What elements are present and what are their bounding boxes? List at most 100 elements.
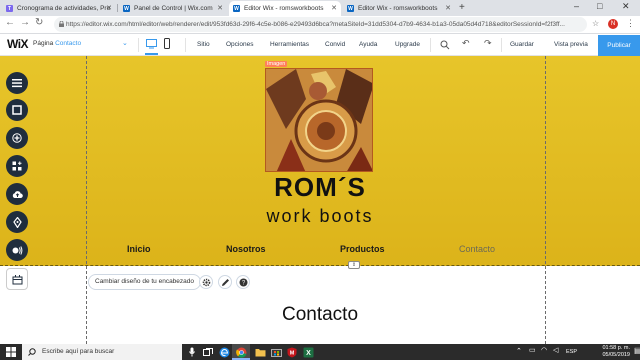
- volume-icon[interactable]: ◁: [553, 346, 558, 354]
- menu-icon: [12, 79, 22, 88]
- site-nav-inicio[interactable]: Inicio: [127, 244, 151, 254]
- shield-glyph: M: [287, 347, 297, 357]
- site-nav-contacto[interactable]: Contacto: [459, 244, 495, 254]
- preview-button[interactable]: Vista previa: [554, 41, 588, 48]
- windows-start-icon[interactable]: [6, 347, 16, 357]
- apps-icon: [12, 161, 22, 171]
- brand-name[interactable]: ROM´S: [270, 172, 370, 203]
- star-icon[interactable]: ☆: [592, 19, 599, 28]
- add-tool[interactable]: [6, 127, 28, 149]
- svg-text:X: X: [306, 350, 311, 357]
- clock-date: 05/05/2019: [602, 352, 630, 358]
- page-heading[interactable]: Contacto: [250, 304, 390, 326]
- left-gridline: [86, 56, 87, 344]
- taskbar-clock[interactable]: 01:58 p. m. 05/05/2019: [580, 345, 630, 359]
- desktop-active-indicator: [145, 53, 158, 55]
- layers-icon: [12, 274, 22, 284]
- task-view-icon[interactable]: [202, 346, 214, 358]
- close-icon[interactable]: ✕: [331, 4, 337, 12]
- forward-icon[interactable]: →: [20, 17, 30, 28]
- new-tab-button[interactable]: +: [459, 2, 465, 13]
- tab-title: Editor Wix - romsworkboots: [244, 5, 324, 12]
- store-icon[interactable]: [270, 346, 282, 358]
- file-explorer-icon[interactable]: [254, 346, 266, 358]
- close-icon[interactable]: ✕: [217, 4, 223, 12]
- menu-convid[interactable]: Convid: [325, 41, 345, 48]
- zoom-icon[interactable]: [440, 40, 450, 50]
- redo-icon[interactable]: ↷: [484, 38, 492, 49]
- gear-icon: [202, 278, 210, 286]
- clock-time: 01:58 p. m.: [602, 345, 630, 351]
- search-icon: [28, 348, 36, 356]
- app-market-tool[interactable]: [6, 155, 28, 177]
- mobile-view-icon[interactable]: [164, 38, 170, 49]
- chrome-icon: [235, 346, 247, 358]
- maximize-icon[interactable]: □: [597, 1, 602, 11]
- back-icon[interactable]: ←: [5, 17, 15, 28]
- menu-ayuda[interactable]: Ayuda: [359, 41, 377, 48]
- tab-editor-active[interactable]: W Editor Wix - romsworkboots ✕: [229, 1, 341, 16]
- edge-icon[interactable]: [218, 346, 230, 358]
- close-window-icon[interactable]: ✕: [622, 1, 630, 12]
- aztec-warrior-image[interactable]: [265, 68, 373, 172]
- pencil-icon: [221, 278, 229, 286]
- excel-icon[interactable]: X: [302, 346, 314, 358]
- tab-panel-control[interactable]: W Panel de Control | Wix.com ✕: [119, 1, 227, 16]
- blog-tool[interactable]: [6, 211, 28, 233]
- reload-icon[interactable]: ↻: [35, 17, 43, 28]
- help-icon[interactable]: ?: [236, 275, 250, 289]
- publish-button[interactable]: Publicar: [598, 35, 640, 56]
- pen-icon: [12, 216, 22, 228]
- profile-avatar[interactable]: N: [608, 19, 618, 29]
- tray-chevron-icon[interactable]: ⌃: [516, 347, 522, 355]
- add-icon: [12, 133, 22, 143]
- wix-music-tool[interactable]: [6, 239, 28, 261]
- site-nav-nosotros[interactable]: Nosotros: [226, 244, 266, 254]
- desktop-view-icon[interactable]: [146, 39, 157, 49]
- antivirus-icon[interactable]: M: [286, 346, 298, 358]
- chevron-down-icon[interactable]: ⌄: [122, 39, 128, 47]
- undo-icon[interactable]: ↶: [462, 38, 470, 49]
- change-header-design-button[interactable]: Cambiar diseño de tu encabezado: [88, 274, 202, 290]
- cloud-upload-icon: [12, 190, 23, 198]
- wix-logo[interactable]: WiX: [7, 37, 29, 51]
- layers-tool[interactable]: [6, 268, 28, 290]
- menu-herramientas[interactable]: Herramientas: [270, 41, 309, 48]
- brand-tagline[interactable]: work boots: [230, 206, 410, 227]
- excel-glyph: X: [303, 347, 313, 357]
- menus-pages-tool[interactable]: [6, 72, 28, 94]
- language-indicator[interactable]: ESP: [566, 349, 577, 355]
- menu-sitio[interactable]: Sitio: [197, 41, 210, 48]
- tab-favicon: W: [347, 5, 354, 12]
- site-nav-productos[interactable]: Productos: [340, 244, 385, 254]
- minimize-icon[interactable]: –: [574, 1, 579, 11]
- tab-title: Panel de Control | Wix.com: [134, 5, 213, 12]
- divider: [501, 38, 502, 52]
- page-value: Contacto: [55, 40, 82, 47]
- settings-gear-icon[interactable]: [199, 275, 213, 289]
- menu-upgrade[interactable]: Upgrade: [395, 41, 420, 48]
- wix-top-bar: [0, 34, 640, 56]
- header-resize-handle[interactable]: ⇕: [348, 261, 360, 269]
- taskbar-search-input[interactable]: Escribe aquí para buscar: [22, 344, 182, 360]
- page-selector[interactable]: Página Contacto: [33, 40, 81, 47]
- tab-cronograma[interactable]: T Cronograma de actividades, Pro ✕: [2, 1, 116, 16]
- tab-editor-2[interactable]: W Editor Wix - romsworkboots ✕: [343, 1, 455, 16]
- wifi-icon[interactable]: ◠: [541, 346, 547, 354]
- design-pencil-icon[interactable]: [218, 275, 232, 289]
- url-field[interactable]: https://editor.wix.com/html/editor/web/r…: [54, 17, 587, 32]
- folder-glyph: [255, 348, 265, 356]
- header-bottom-boundary: [0, 265, 640, 266]
- save-button[interactable]: Guardar: [510, 41, 534, 48]
- menu-opciones[interactable]: Opciones: [226, 41, 253, 48]
- notifications-icon[interactable]: ▤: [634, 346, 640, 355]
- microphone-icon[interactable]: [186, 346, 198, 358]
- network-icon[interactable]: ▭: [529, 346, 536, 354]
- chrome-glyph: [235, 347, 246, 358]
- background-tool[interactable]: [6, 99, 28, 121]
- media-upload-tool[interactable]: [6, 183, 28, 205]
- mic-glyph: [189, 347, 195, 357]
- browser-menu-icon[interactable]: ⋮: [626, 18, 635, 29]
- close-icon[interactable]: ✕: [445, 4, 451, 12]
- close-icon[interactable]: ✕: [106, 4, 112, 12]
